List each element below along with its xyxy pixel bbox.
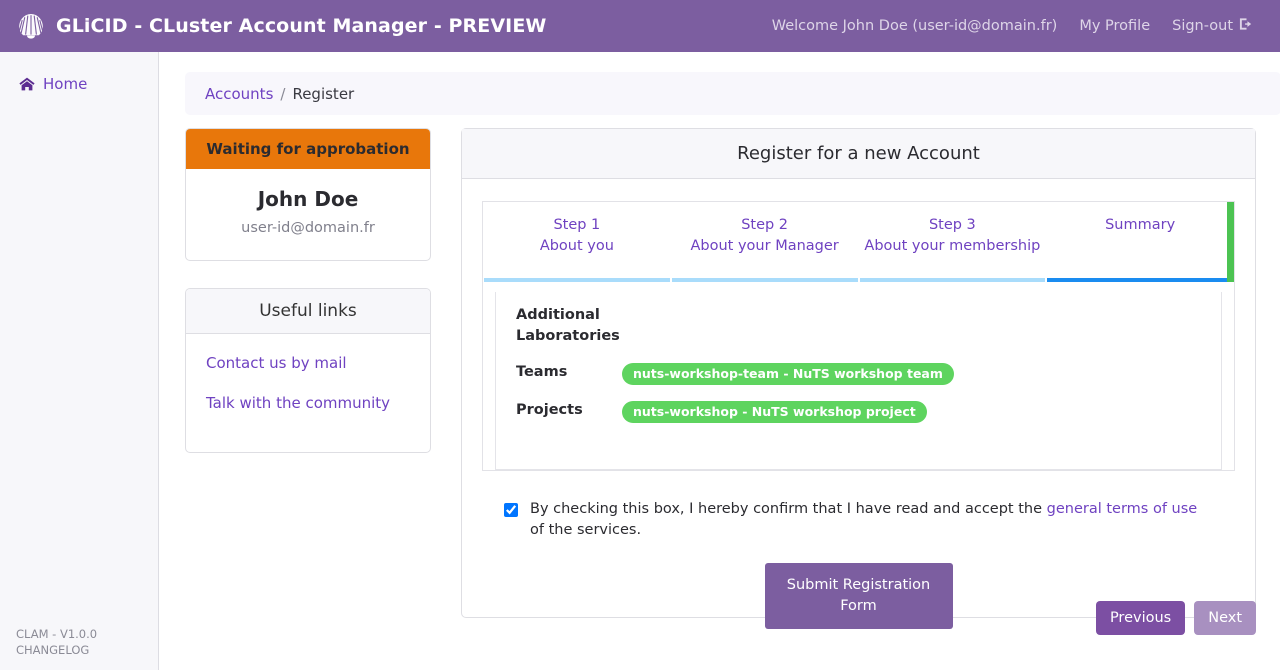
useful-links-title: Useful links (186, 289, 430, 334)
summary-label-projects: Projects (496, 400, 622, 421)
tab-step-3-progress-bar (860, 278, 1046, 282)
my-profile-label: My Profile (1079, 18, 1150, 34)
shell-logo-icon (16, 11, 46, 41)
tab-step-2-subtitle: About your Manager (675, 236, 855, 257)
sign-out-label: Sign-out (1172, 18, 1233, 34)
summary-label-teams: Teams (496, 362, 622, 383)
brand-title: GLiCID - CLuster Account Manager - PREVI… (56, 15, 546, 37)
sidebar: Home CLAM - V1.0.0 CHANGELOG (0, 52, 159, 670)
useful-links-list: Contact us by mail Talk with the communi… (186, 334, 430, 452)
tab-step-2-step: Step 2 (675, 215, 855, 236)
next-button: Next (1194, 601, 1256, 635)
left-column: Waiting for approbation John Doe user-id… (185, 128, 431, 453)
summary-row-teams: Teams nuts-workshop-team - NuTS workshop… (496, 359, 1221, 397)
tab-step-2[interactable]: Step 2 About your Manager (671, 202, 859, 282)
breadcrumb: Accounts / Register (185, 72, 1280, 115)
general-terms-of-use-link[interactable]: general terms of use (1047, 501, 1198, 517)
main-content: Accounts / Register Waiting for approbat… (159, 52, 1280, 670)
tab-step-3-step: Step 3 (863, 215, 1043, 236)
terms-acceptance-row: By checking this box, I hereby confirm t… (500, 499, 1223, 541)
useful-links-card: Useful links Contact us by mail Talk wit… (185, 288, 431, 453)
welcome-text: Welcome John Doe (user-id@domain.fr) (772, 18, 1058, 34)
brand-link[interactable]: GLiCID - CLuster Account Manager - PREVI… (16, 11, 546, 41)
sign-out-link[interactable]: Sign-out (1172, 17, 1254, 35)
team-tag: nuts-workshop-team - NuTS workshop team (622, 363, 954, 385)
wizard-navigation: Previous Next (461, 601, 1256, 635)
summary-value-additional-laboratories (622, 305, 1221, 306)
my-profile-link[interactable]: My Profile (1079, 18, 1150, 34)
register-card: Register for a new Account Step 1 About … (461, 128, 1256, 618)
changelog-link[interactable]: CHANGELOG (16, 642, 97, 658)
sidebar-item-home[interactable]: Home (0, 71, 158, 97)
summary-label-additional-laboratories: Additional Laboratories (496, 305, 622, 347)
summary-value-teams: nuts-workshop-team - NuTS workshop team (622, 362, 1221, 385)
tab-summary-progress-bar (1047, 278, 1233, 282)
breadcrumb-separator: / (280, 85, 285, 103)
tab-step-1-progress-bar (484, 278, 670, 282)
account-name: John Doe (186, 187, 430, 211)
registration-wizard: Step 1 About you Step 2 About your Manag… (482, 201, 1235, 471)
tab-step-3-subtitle: About your membership (863, 236, 1043, 257)
tab-step-1-step: Step 1 (487, 215, 667, 236)
page-title: Register for a new Account (462, 129, 1255, 179)
tab-summary[interactable]: Summary (1046, 202, 1234, 282)
tab-step-3[interactable]: Step 3 About your membership (859, 202, 1047, 282)
tab-step-2-progress-bar (672, 278, 858, 282)
wizard-tabs: Step 1 About you Step 2 About your Manag… (483, 202, 1234, 282)
tab-summary-step: Summary (1050, 215, 1230, 236)
tab-step-1[interactable]: Step 1 About you (483, 202, 671, 282)
contact-mail-link[interactable]: Contact us by mail (206, 354, 410, 372)
breadcrumb-current: Register (292, 85, 354, 103)
summary-row-additional-laboratories: Additional Laboratories (496, 302, 1221, 359)
terms-checkbox[interactable] (504, 503, 518, 517)
account-email: user-id@domain.fr (186, 220, 430, 236)
sidebar-footer: CLAM - V1.0.0 CHANGELOG (16, 626, 97, 658)
community-link[interactable]: Talk with the community (206, 394, 410, 412)
sidebar-item-label: Home (43, 75, 87, 93)
top-navbar: GLiCID - CLuster Account Manager - PREVI… (0, 0, 1280, 52)
sidebar-nav: Home (0, 52, 158, 97)
home-icon (19, 77, 35, 91)
tab-step-1-subtitle: About you (487, 236, 667, 257)
terms-text-after: of the services. (530, 522, 641, 538)
navbar-right-group: Welcome John Doe (user-id@domain.fr) My … (772, 17, 1264, 35)
previous-button[interactable]: Previous (1096, 601, 1185, 635)
account-identity: John Doe user-id@domain.fr (186, 169, 430, 260)
wizard-completion-indicator (1227, 202, 1234, 282)
sign-out-icon (1239, 17, 1254, 35)
app-version: CLAM - V1.0.0 (16, 627, 97, 641)
register-body: Step 1 About you Step 2 About your Manag… (462, 179, 1255, 617)
summary-row-projects: Projects nuts-workshop - NuTS workshop p… (496, 397, 1221, 435)
breadcrumb-accounts-link[interactable]: Accounts (205, 85, 273, 103)
submit-button-wrap: Submit Registration Form (482, 563, 1235, 593)
summary-value-projects: nuts-workshop - NuTS workshop project (622, 400, 1221, 423)
status-badge: Waiting for approbation (186, 129, 430, 169)
account-status-card: Waiting for approbation John Doe user-id… (185, 128, 431, 261)
terms-text-before: By checking this box, I hereby confirm t… (530, 501, 1042, 517)
summary-panel: Additional Laboratories Teams nuts-works… (495, 292, 1222, 470)
terms-text: By checking this box, I hereby confirm t… (530, 499, 1200, 541)
project-tag: nuts-workshop - NuTS workshop project (622, 401, 927, 423)
